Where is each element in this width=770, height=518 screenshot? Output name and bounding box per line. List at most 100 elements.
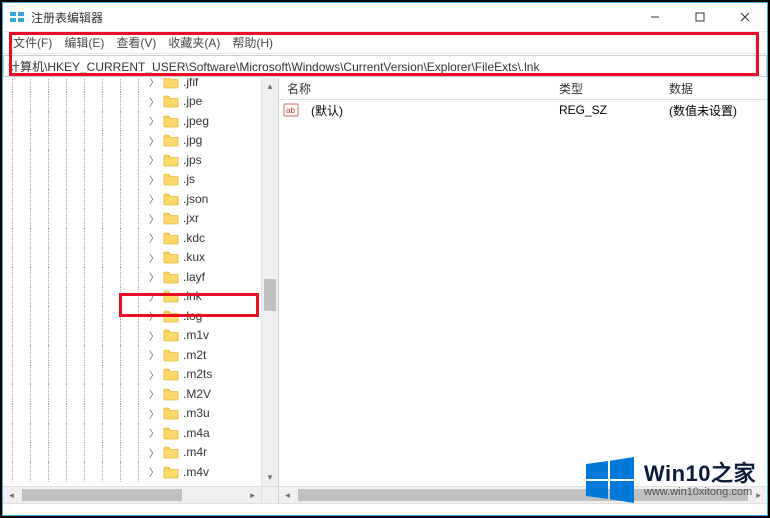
tree-vscroll-thumb[interactable] <box>264 279 276 311</box>
tree-item[interactable]: 〉.jpeg <box>3 111 278 131</box>
tree-item[interactable]: 〉.jpg <box>3 131 278 151</box>
menu-bar: 文件(F) 编辑(E) 查看(V) 收藏夹(A) 帮助(H) <box>3 32 767 54</box>
folder-icon <box>163 133 179 147</box>
chevron-right-icon[interactable]: 〉 <box>147 78 161 89</box>
tree-item[interactable]: 〉 .m3u <box>3 404 278 424</box>
chevron-right-icon[interactable]: 〉 <box>147 367 161 381</box>
tree-label: .m1v <box>183 328 209 342</box>
tree-pane[interactable]: 〉.jfif〉.jpe〉.jpeg〉.jpg〉.jps〉.js〉.json〉.j… <box>3 78 279 503</box>
menu-view[interactable]: 查看(V) <box>110 34 162 51</box>
folder-icon <box>163 172 179 186</box>
scroll-left-icon[interactable]: ◂ <box>279 490 296 501</box>
chevron-right-icon[interactable]: 〉 <box>147 445 161 459</box>
list-row[interactable]: ab (默认) REG_SZ (数值未设置) <box>279 100 767 120</box>
list-hscroll-thumb[interactable] <box>298 489 748 501</box>
tree-item[interactable]: 〉.kux <box>3 248 278 268</box>
tree-label: .m4r <box>183 445 207 459</box>
tree-item[interactable]: 〉 .log <box>3 306 278 326</box>
scroll-right-icon[interactable]: ▸ <box>750 490 767 501</box>
tree-item[interactable]: 〉 .m4r <box>3 443 278 463</box>
folder-icon <box>163 250 179 264</box>
chevron-right-icon[interactable]: 〉 <box>147 348 161 362</box>
chevron-right-icon[interactable]: 〉 <box>147 114 161 128</box>
tree-hscroll[interactable]: ◂ ▸ <box>3 486 261 503</box>
tree-item[interactable]: 〉.m4v <box>3 462 278 482</box>
tree-item[interactable]: 〉.M2V <box>3 384 278 404</box>
value-type: REG_SZ <box>559 103 669 117</box>
tree-label: .m2ts <box>183 367 212 381</box>
tree-item[interactable]: 〉.jpe <box>3 92 278 112</box>
close-button[interactable] <box>722 3 767 31</box>
col-header-type[interactable]: 类型 <box>559 80 669 97</box>
minimize-button[interactable] <box>632 3 677 31</box>
chevron-right-icon[interactable]: 〉 <box>147 309 161 323</box>
tree-label: .m2t <box>183 348 206 362</box>
folder-icon <box>163 231 179 245</box>
folder-icon <box>163 406 179 420</box>
tree-item[interactable]: 〉 .m2ts <box>3 365 278 385</box>
address-bar[interactable]: 计算机\HKEY_CURRENT_USER\Software\Microsoft… <box>3 55 767 77</box>
tree-item[interactable]: 〉 .jps <box>3 150 278 170</box>
maximize-button[interactable] <box>677 3 722 31</box>
menu-edit[interactable]: 编辑(E) <box>58 34 110 51</box>
menu-file[interactable]: 文件(F) <box>7 34 58 51</box>
tree-item[interactable]: 〉 .js <box>3 170 278 190</box>
chevron-right-icon[interactable]: 〉 <box>147 231 161 245</box>
tree-label: .kdc <box>183 231 205 245</box>
tree-item[interactable]: 〉.jfif <box>3 78 278 92</box>
tree-item[interactable]: 〉 .kdc <box>3 228 278 248</box>
values-pane[interactable]: 名称 类型 数据 ab (默认) REG_SZ (数值未设置) ◂ ▸ <box>279 78 767 503</box>
chevron-right-icon[interactable]: 〉 <box>147 289 161 303</box>
chevron-right-icon[interactable]: 〉 <box>147 406 161 420</box>
chevron-right-icon[interactable]: 〉 <box>147 328 161 342</box>
folder-icon <box>163 153 179 167</box>
tree-item[interactable]: 〉 .m2t <box>3 345 278 365</box>
folder-icon <box>163 94 179 108</box>
folder-icon <box>163 211 179 225</box>
tree-hscroll-thumb[interactable] <box>22 489 182 501</box>
tree-label: .js <box>183 172 195 186</box>
col-header-data[interactable]: 数据 <box>669 80 767 97</box>
tree-item[interactable]: 〉 .json <box>3 189 278 209</box>
chevron-right-icon[interactable]: 〉 <box>147 172 161 186</box>
folder-icon <box>163 445 179 459</box>
chevron-right-icon[interactable]: 〉 <box>147 153 161 167</box>
tree-item[interactable]: 〉 .layf <box>3 267 278 287</box>
chevron-right-icon[interactable]: 〉 <box>147 387 161 401</box>
tree-item[interactable]: 〉.lnk <box>3 287 278 307</box>
col-header-name[interactable]: 名称 <box>279 80 559 97</box>
list-hscroll[interactable]: ◂ ▸ <box>279 486 767 503</box>
window-title: 注册表编辑器 <box>31 9 632 26</box>
scroll-left-icon[interactable]: ◂ <box>3 490 20 501</box>
tree-label: .json <box>183 192 208 206</box>
tree-vscroll[interactable]: ▴ ▾ <box>261 78 278 486</box>
chevron-right-icon[interactable]: 〉 <box>147 250 161 264</box>
tree-item[interactable]: 〉 .m1v <box>3 326 278 346</box>
tree-label: .jps <box>183 153 202 167</box>
chevron-right-icon[interactable]: 〉 <box>147 426 161 440</box>
tree-item[interactable]: 〉.jxr <box>3 209 278 229</box>
chevron-right-icon[interactable]: 〉 <box>147 192 161 206</box>
scroll-up-icon[interactable]: ▴ <box>262 78 278 95</box>
tree-label: .m3u <box>183 406 210 420</box>
tree-item[interactable]: 〉.m4a <box>3 423 278 443</box>
chevron-right-icon[interactable]: 〉 <box>147 211 161 225</box>
chevron-right-icon[interactable]: 〉 <box>147 270 161 284</box>
chevron-right-icon[interactable]: 〉 <box>147 94 161 108</box>
folder-icon <box>163 309 179 323</box>
client-area: 〉.jfif〉.jpe〉.jpeg〉.jpg〉.jps〉.js〉.json〉.j… <box>3 78 767 503</box>
tree-label: .log <box>183 309 202 323</box>
status-bar <box>3 503 767 515</box>
app-icon <box>9 9 25 25</box>
scroll-down-icon[interactable]: ▾ <box>262 469 278 486</box>
chevron-right-icon[interactable]: 〉 <box>147 133 161 147</box>
scroll-right-icon[interactable]: ▸ <box>244 490 261 501</box>
chevron-right-icon[interactable]: 〉 <box>147 465 161 479</box>
tree-label: .layf <box>183 270 205 284</box>
folder-icon <box>163 78 179 89</box>
menu-favorites[interactable]: 收藏夹(A) <box>162 34 226 51</box>
folder-icon <box>163 367 179 381</box>
titlebar: 注册表编辑器 <box>3 3 767 32</box>
value-data: (数值未设置) <box>669 102 767 119</box>
menu-help[interactable]: 帮助(H) <box>226 34 279 51</box>
